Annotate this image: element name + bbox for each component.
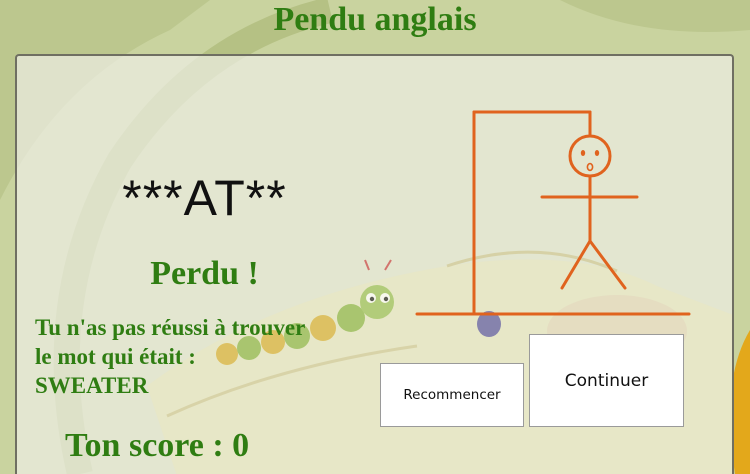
result-message: Tu n'as pas réussi à trouver le mot qui …	[35, 313, 395, 400]
hangman-right-eye	[594, 150, 600, 156]
game-panel: ***AT** Perdu ! Tu n'as pas réussi à tro…	[15, 54, 734, 474]
message-line-1: Tu n'as pas réussi à trouver	[35, 315, 306, 340]
masked-word: ***AT**	[122, 170, 287, 226]
hangman-right-leg	[588, 239, 627, 290]
continue-button[interactable]: Continuer	[529, 334, 684, 427]
hangman-left-leg	[560, 239, 592, 290]
hangman-left-eye	[580, 150, 586, 156]
page-title: Pendu anglais	[273, 1, 477, 38]
score-label: Ton score : 0	[65, 427, 250, 464]
hangman-mouth	[586, 162, 594, 172]
restart-button[interactable]: Recommencer	[380, 363, 524, 427]
result-title: Perdu !	[150, 255, 259, 292]
message-line-2: le mot qui était :	[35, 344, 196, 369]
hangman-drawing	[415, 110, 691, 316]
answer-word: SWEATER	[35, 373, 149, 398]
